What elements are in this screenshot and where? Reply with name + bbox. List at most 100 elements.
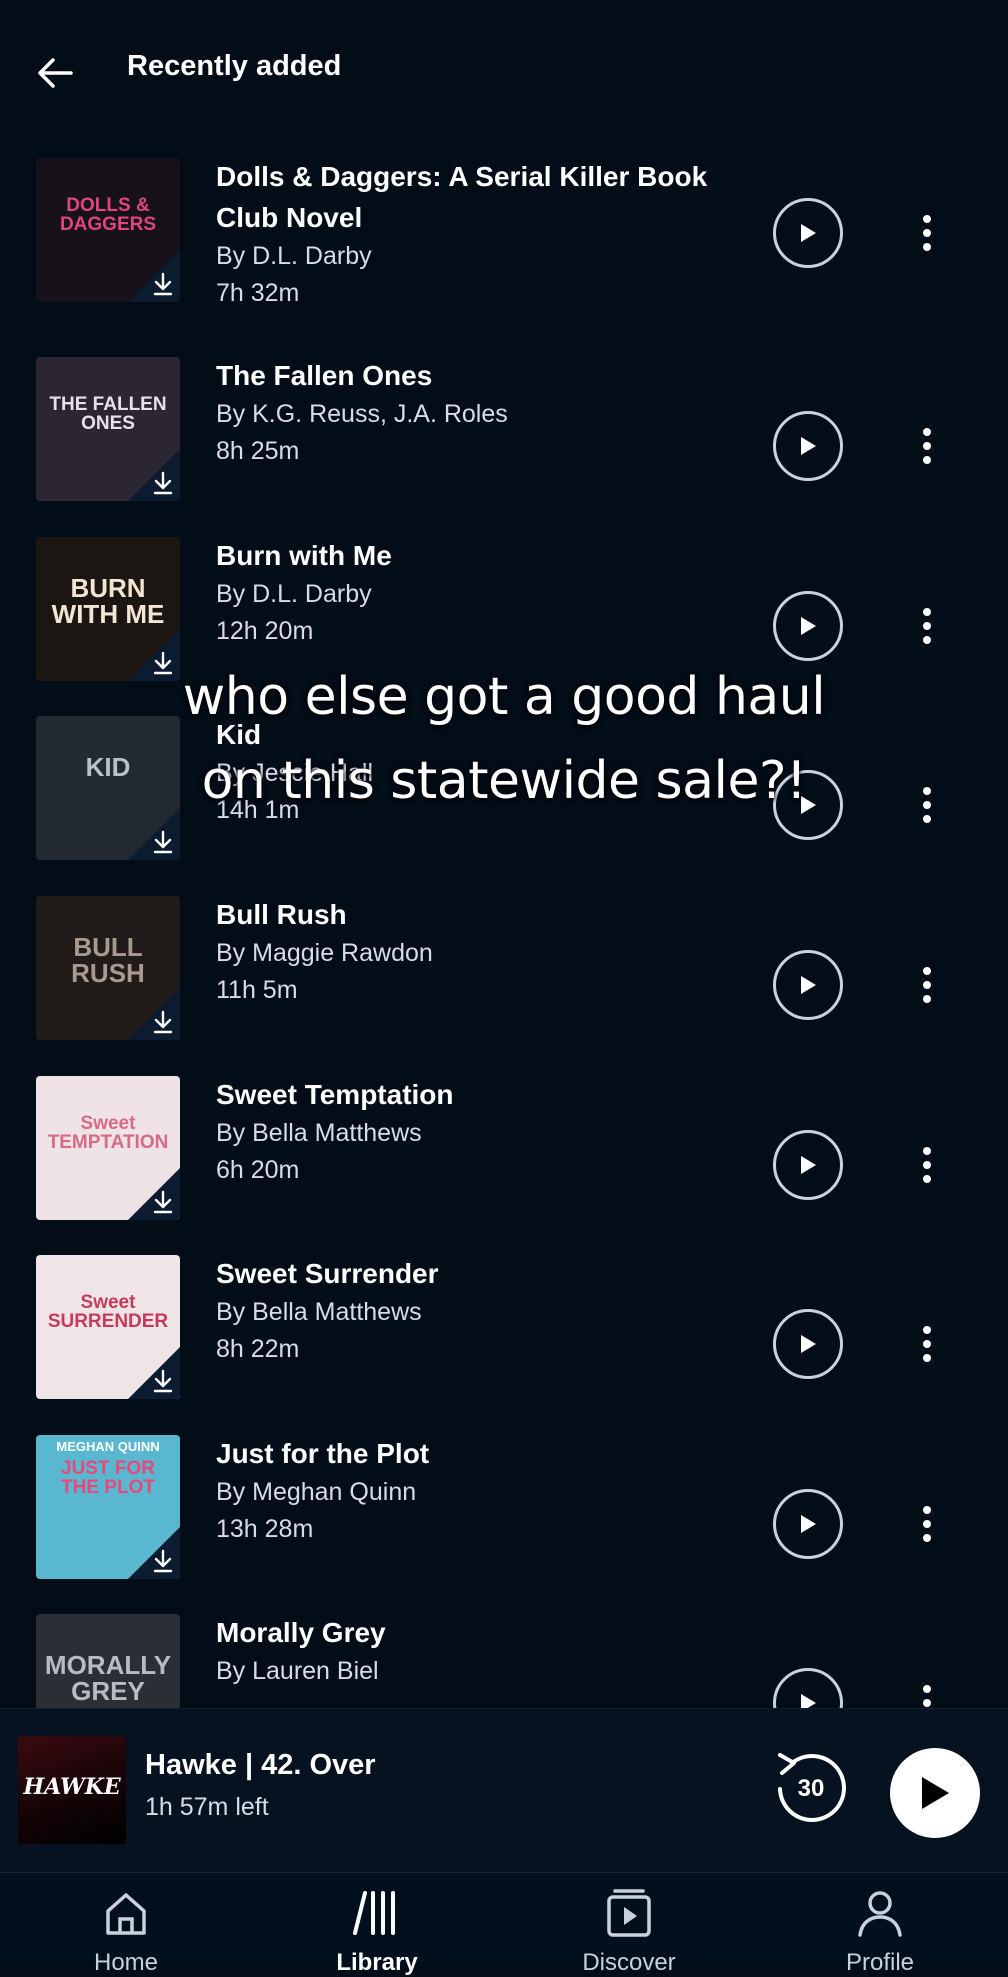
book-cover[interactable]: DOLLS & DAGGERS (36, 158, 180, 302)
book-cover[interactable]: BURN WITH ME (36, 537, 180, 681)
book-play-button[interactable] (773, 950, 843, 1020)
more-vertical-icon (923, 608, 931, 616)
download-icon[interactable] (152, 830, 174, 854)
book-info[interactable]: Bull Rush By Maggie Rawdon 11h 5m (216, 894, 736, 1009)
book-list[interactable]: DOLLS & DAGGERS Dolls & Daggers: A Seria… (0, 142, 1008, 1708)
mini-player[interactable]: HAWKE Hawke | 42. Over 1h 57m left 30 (0, 1708, 1008, 1873)
play-icon (801, 1694, 816, 1708)
nav-home[interactable]: Home (26, 1873, 226, 1976)
download-icon[interactable] (152, 471, 174, 495)
book-title: Sweet Surrender (216, 1258, 439, 1289)
download-icon[interactable] (152, 1549, 174, 1573)
book-title: Bull Rush (216, 899, 347, 930)
nav-library[interactable]: Library (277, 1873, 477, 1976)
book-author: By D.L. Darby (216, 242, 372, 270)
book-info[interactable]: The Fallen Ones By K.G. Reuss, J.A. Role… (216, 355, 736, 470)
book-play-button[interactable] (773, 1489, 843, 1559)
download-icon[interactable] (152, 272, 174, 296)
book-cover[interactable]: Sweet SURRENDER (36, 1255, 180, 1399)
book-cover[interactable]: MEGHAN QUINN JUST FOR THE PLOT (36, 1435, 180, 1579)
book-title: Morally Grey (216, 1617, 386, 1648)
more-vertical-icon (923, 1147, 931, 1155)
play-icon (801, 976, 816, 994)
download-icon[interactable] (152, 1369, 174, 1393)
nav-home-label: Home (93, 1949, 159, 1976)
nav-profile[interactable]: Profile (780, 1873, 980, 1976)
more-vertical-icon (923, 1326, 931, 1334)
book-play-button[interactable] (773, 1668, 843, 1708)
book-title: The Fallen Ones (216, 360, 433, 391)
mini-player-play-button[interactable] (890, 1748, 980, 1838)
play-icon (801, 1515, 816, 1533)
mini-player-title: Hawke | 42. Over (145, 1749, 376, 1781)
book-play-button[interactable] (773, 1309, 843, 1379)
book-cover[interactable]: THE FALLEN ONES (36, 357, 180, 501)
book-row[interactable]: THE FALLEN ONES The Fallen Ones By K.G. … (0, 351, 1008, 531)
back-button[interactable] (30, 48, 80, 98)
more-options-button[interactable] (910, 1675, 944, 1708)
book-duration: 13h 28m (216, 1515, 314, 1543)
book-info[interactable]: Burn with Me By D.L. Darby 12h 20m (216, 535, 736, 650)
book-author: By K.G. Reuss, J.A. Roles (216, 400, 508, 428)
more-options-button[interactable] (910, 205, 944, 261)
book-info[interactable]: Dolls & Daggers: A Serial Killer Book Cl… (216, 156, 736, 312)
book-row[interactable]: Sweet SURRENDER Sweet Surrender By Bella… (0, 1249, 1008, 1429)
more-options-button[interactable] (910, 957, 944, 1013)
more-options-button[interactable] (910, 418, 944, 474)
book-info[interactable]: Just for the Plot By Meghan Quinn 13h 28… (216, 1433, 736, 1548)
book-cover[interactable]: KID (36, 716, 180, 860)
book-cover-text: Sweet SURRENDER (47, 1292, 169, 1332)
nav-profile-label: Profile (845, 1949, 915, 1976)
book-row[interactable]: MEGHAN QUINN JUST FOR THE PLOT Just for … (0, 1429, 1008, 1609)
book-duration: 8h 22m (216, 1335, 300, 1363)
download-icon[interactable] (152, 651, 174, 675)
book-duration: 11h 5m (216, 976, 298, 1004)
book-title: Dolls & Daggers: A Serial Killer Book Cl… (216, 161, 708, 233)
book-play-button[interactable] (773, 770, 843, 840)
book-row[interactable]: BURN WITH ME Burn with Me By D.L. Darby … (0, 531, 1008, 711)
book-row[interactable]: BULL RUSH Bull Rush By Maggie Rawdon 11h… (0, 890, 1008, 1070)
book-info[interactable]: Kid By Jescie Hall 14h 1m (216, 714, 736, 829)
book-info[interactable]: Sweet Surrender By Bella Matthews 8h 22m (216, 1253, 736, 1368)
book-cover-text: THE FALLEN ONES (49, 394, 167, 434)
book-play-button[interactable] (773, 591, 843, 661)
more-options-button[interactable] (910, 1137, 944, 1193)
book-play-button[interactable] (773, 198, 843, 268)
bottom-navigation: Home Library Discover Profile (0, 1872, 1008, 1976)
book-cover[interactable]: BULL RUSH (36, 896, 180, 1040)
mini-player-cover[interactable]: HAWKE (18, 1736, 126, 1844)
book-author: By Bella Matthews (216, 1119, 422, 1147)
book-play-button[interactable] (773, 411, 843, 481)
more-options-button[interactable] (910, 777, 944, 833)
book-author: By Maggie Rawdon (216, 939, 433, 967)
more-vertical-icon (923, 1685, 931, 1693)
book-cover-text: KID (85, 752, 131, 782)
book-row[interactable]: DOLLS & DAGGERS Dolls & Daggers: A Seria… (0, 148, 1008, 328)
nav-discover[interactable]: Discover (529, 1873, 729, 1976)
more-options-button[interactable] (910, 1496, 944, 1552)
book-row[interactable]: MORALLY GREY Morally Grey By Lauren Biel (0, 1608, 1008, 1708)
book-cover-text: JUST FOR THE PLOT (61, 1458, 155, 1498)
book-info[interactable]: Morally Grey By Lauren Biel (216, 1612, 736, 1690)
book-duration: 12h 20m (216, 617, 314, 645)
book-row[interactable]: KID Kid By Jescie Hall 14h 1m (0, 710, 1008, 890)
play-icon (801, 1335, 816, 1353)
book-author: By D.L. Darby (216, 580, 372, 608)
download-icon[interactable] (152, 1190, 174, 1214)
arrow-left-icon (38, 58, 73, 88)
book-cover-text: BULL RUSH (71, 932, 145, 988)
download-icon[interactable] (152, 1010, 174, 1034)
more-options-button[interactable] (910, 598, 944, 654)
book-cover-text: MORALLY GREY (44, 1650, 172, 1706)
more-options-button[interactable] (910, 1316, 944, 1372)
play-icon (801, 1156, 816, 1174)
book-duration: 8h 25m (216, 437, 300, 465)
book-cover[interactable]: Sweet TEMPTATION (36, 1076, 180, 1220)
skip-back-button[interactable]: 30 (770, 1749, 852, 1831)
book-play-button[interactable] (773, 1130, 843, 1200)
book-row[interactable]: Sweet TEMPTATION Sweet Temptation By Bel… (0, 1070, 1008, 1250)
header: Recently added (0, 0, 1008, 140)
book-cover[interactable]: MORALLY GREY (36, 1614, 180, 1708)
book-duration: 7h 32m (216, 279, 300, 307)
book-info[interactable]: Sweet Temptation By Bella Matthews 6h 20… (216, 1074, 736, 1189)
